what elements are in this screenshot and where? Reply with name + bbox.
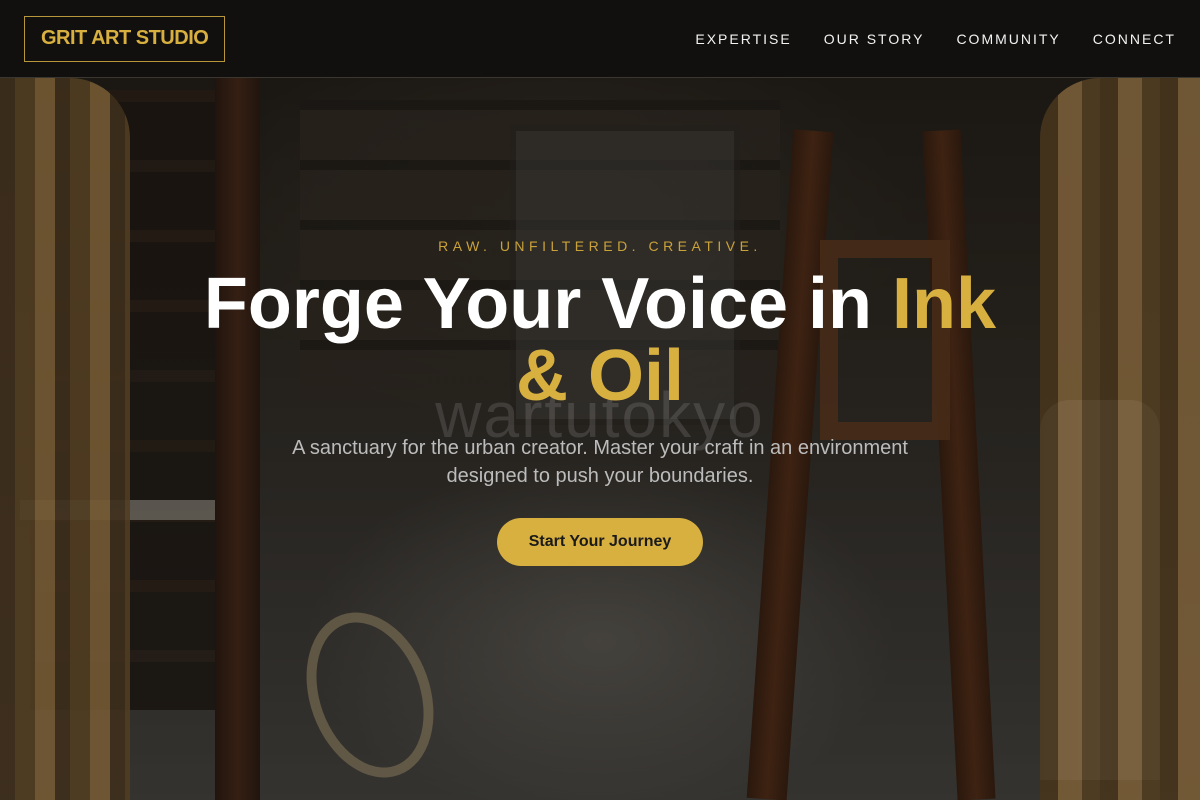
hero-content: wartutokyo RAW. UNFILTERED. CREATIVE. Fo… — [0, 238, 1200, 566]
hero-eyebrow: RAW. UNFILTERED. CREATIVE. — [438, 238, 762, 254]
start-journey-button[interactable]: Start Your Journey — [496, 518, 704, 566]
top-navbar: GRIT ART STUDIO EXPERTISE OUR STORY COMM… — [0, 0, 1200, 78]
hero-headline: Forge Your Voice in Ink & Oil — [170, 268, 1030, 412]
nav-link-community[interactable]: COMMUNITY — [956, 31, 1060, 47]
nav-link-expertise[interactable]: EXPERTISE — [695, 31, 791, 47]
headline-main: Forge Your Voice in — [203, 264, 893, 344]
hero-section: wartutokyo RAW. UNFILTERED. CREATIVE. Fo… — [0, 0, 1200, 800]
nav-link-our-story[interactable]: OUR STORY — [824, 31, 925, 47]
nav-links: EXPERTISE OUR STORY COMMUNITY CONNECT — [695, 31, 1176, 47]
brand-logo[interactable]: GRIT ART STUDIO — [24, 15, 226, 62]
hero-subtitle: A sanctuary for the urban creator. Maste… — [292, 437, 908, 487]
nav-link-connect[interactable]: CONNECT — [1093, 31, 1176, 47]
